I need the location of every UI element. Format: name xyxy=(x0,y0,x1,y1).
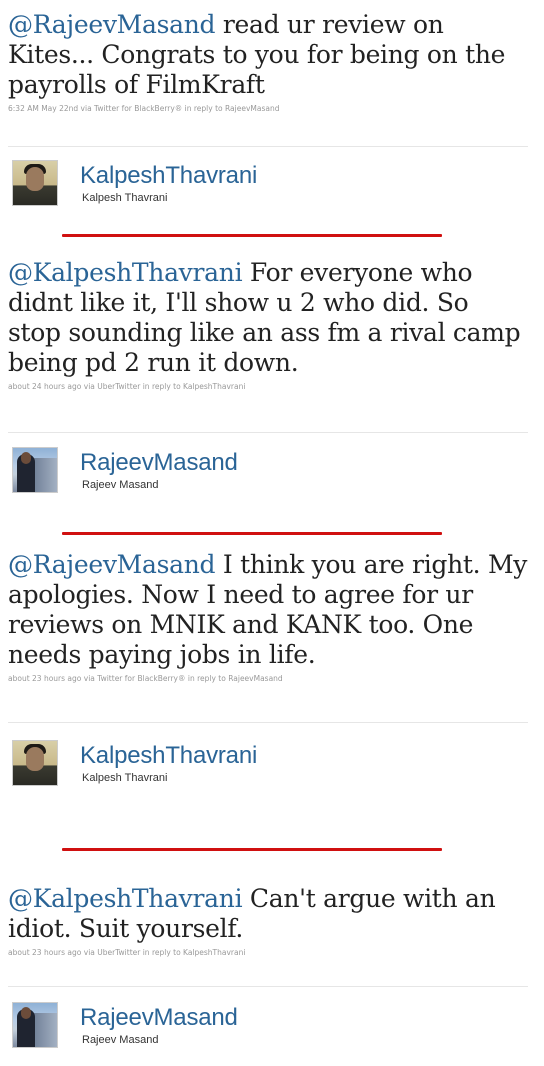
avatar[interactable] xyxy=(12,447,58,493)
tweet-text: @KalpeshThavrani For everyone who didnt … xyxy=(8,258,528,378)
tweet-3: @RajeevMasand I think you are right. My … xyxy=(8,550,528,683)
tweet-meta: about 24 hours ago via UberTwitter in re… xyxy=(8,382,246,391)
tweet-text: @RajeevMasand I think you are right. My … xyxy=(8,550,528,670)
tweet-text: @RajeevMasand read ur review on Kites...… xyxy=(8,10,528,100)
tweet-meta: 6:32 AM May 22nd via Twitter for BlackBe… xyxy=(8,104,280,113)
red-divider xyxy=(62,234,442,237)
mention-link[interactable]: @RajeevMasand xyxy=(8,550,216,579)
red-divider xyxy=(62,532,442,535)
author-fullname: Kalpesh Thavrani xyxy=(82,192,168,204)
author-username[interactable]: KalpeshThavrani xyxy=(80,742,257,770)
avatar[interactable] xyxy=(12,1002,58,1048)
author-fullname: Kalpesh Thavrani xyxy=(82,772,168,784)
mention-link[interactable]: @KalpeshThavrani xyxy=(8,884,243,913)
tweet-4: @KalpeshThavrani Can't argue with an idi… xyxy=(8,884,528,957)
mention-link[interactable]: @RajeevMasand xyxy=(8,10,216,39)
author-username[interactable]: KalpeshThavrani xyxy=(80,162,257,190)
author-fullname: Rajeev Masand xyxy=(82,479,159,491)
separator-line xyxy=(8,722,528,723)
tweet-meta: about 23 hours ago via Twitter for Black… xyxy=(8,674,283,683)
separator-line xyxy=(8,986,528,987)
separator-line xyxy=(8,432,528,433)
tweet-meta: about 23 hours ago via UberTwitter in re… xyxy=(8,948,246,957)
author-username[interactable]: RajeevMasand xyxy=(80,1004,238,1032)
tweet-2: @KalpeshThavrani For everyone who didnt … xyxy=(8,258,528,391)
separator-line xyxy=(8,146,528,147)
tweet-text: @KalpeshThavrani Can't argue with an idi… xyxy=(8,884,528,944)
tweet-1: @RajeevMasand read ur review on Kites...… xyxy=(8,10,528,113)
red-divider xyxy=(62,848,442,851)
avatar[interactable] xyxy=(12,160,58,206)
mention-link[interactable]: @KalpeshThavrani xyxy=(8,258,243,287)
author-username[interactable]: RajeevMasand xyxy=(80,449,238,477)
avatar[interactable] xyxy=(12,740,58,786)
author-fullname: Rajeev Masand xyxy=(82,1034,159,1046)
